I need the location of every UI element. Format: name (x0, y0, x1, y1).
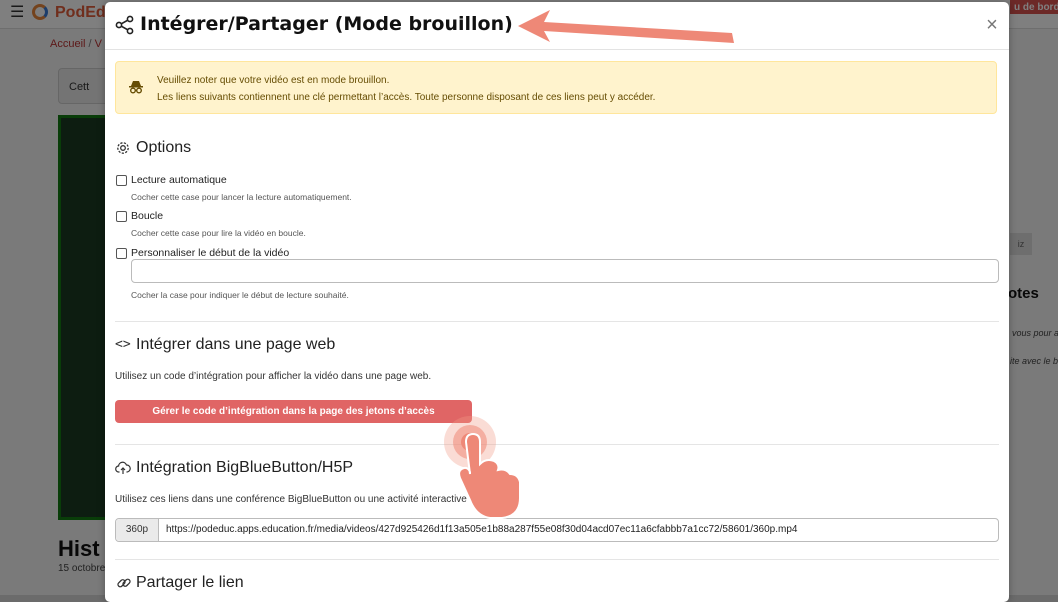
bbb-description: Utilisez ces liens dans une conférence B… (115, 494, 495, 505)
share-icon (115, 15, 134, 35)
modal-title: Intégrer/Partager (Mode brouillon) (140, 13, 513, 35)
code-icon: <> (115, 337, 131, 352)
embed-description: Utilisez un code d’intégration pour affi… (115, 371, 432, 382)
autoplay-checkbox[interactable] (116, 175, 127, 186)
incognito-icon (129, 81, 143, 94)
manage-embed-code-button[interactable]: Gérer le code d’intégration dans la page… (115, 400, 472, 423)
loop-help: Cocher cette case pour lire la vidéo en … (131, 228, 306, 238)
start-time-input[interactable] (131, 259, 999, 283)
start-time-label[interactable]: Personnaliser le début de la vidéo (131, 247, 289, 259)
draft-alert: Veuillez noter que votre vidéo est en mo… (115, 61, 997, 114)
embed-heading: Intégrer dans une page web (136, 336, 336, 353)
start-time-help: Cocher la case pour indiquer le début de… (131, 290, 349, 300)
gear-icon (117, 142, 129, 154)
alert-line-2: Les liens suivants contiennent une clé p… (157, 92, 656, 103)
divider (115, 559, 999, 560)
cloud-upload-icon (115, 461, 131, 474)
loop-checkbox[interactable] (116, 211, 127, 222)
autoplay-label[interactable]: Lecture automatique (131, 174, 227, 186)
share-heading: Partager le lien (136, 574, 244, 591)
bbb-link-url[interactable]: https://podeduc.apps.education.fr/media/… (166, 519, 797, 541)
start-time-checkbox[interactable] (116, 248, 127, 259)
autoplay-help: Cocher cette case pour lancer la lecture… (131, 192, 352, 202)
tap-hand-icon (444, 416, 521, 519)
options-heading: Options (136, 139, 192, 156)
loop-label[interactable]: Boucle (131, 210, 163, 222)
divider (115, 444, 999, 445)
share-modal: Intégrer/Partager (Mode brouillon) × Veu… (105, 2, 1009, 602)
alert-line-1: Veuillez noter que votre vidéo est en mo… (157, 75, 390, 86)
bbb-link-field[interactable]: 360p https://podeduc.apps.education.fr/m… (115, 518, 999, 542)
divider (115, 321, 999, 322)
close-button[interactable]: × (983, 15, 1001, 35)
link-icon (117, 578, 131, 588)
annotation-arrow-icon (518, 10, 734, 43)
quality-label: 360p (116, 519, 159, 541)
bbb-heading: Intégration BigBlueButton/H5P (136, 459, 354, 476)
